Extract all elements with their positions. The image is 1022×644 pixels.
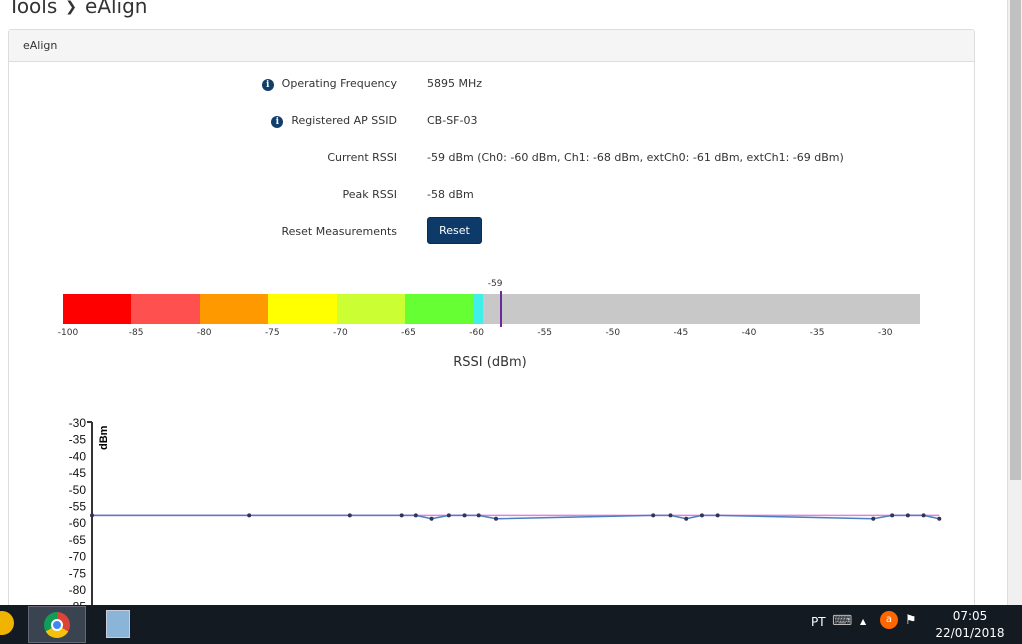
y-tick-label: -35 bbox=[69, 433, 87, 447]
y-axis-label: dBm bbox=[98, 425, 110, 450]
data-point bbox=[699, 513, 704, 518]
data-point bbox=[871, 516, 876, 521]
data-point bbox=[399, 513, 404, 518]
rssi-marker-label: -59 bbox=[487, 279, 503, 289]
y-tick-label: -65 bbox=[69, 533, 87, 547]
calculator-icon[interactable] bbox=[106, 610, 130, 638]
y-tick-label: -50 bbox=[69, 483, 87, 497]
rssi-bar-segment bbox=[63, 294, 131, 324]
scrollbar[interactable] bbox=[1007, 0, 1022, 605]
data-point bbox=[90, 513, 94, 518]
data-point bbox=[921, 513, 926, 518]
avast-icon[interactable]: a bbox=[880, 611, 898, 629]
rssi-bar-segment bbox=[200, 294, 268, 324]
y-tick-label: -80 bbox=[69, 583, 87, 597]
rssi-marker bbox=[500, 291, 503, 327]
rssi-bar-segment bbox=[337, 294, 405, 324]
y-tick-label: -60 bbox=[69, 516, 87, 530]
field-value: -58 dBm bbox=[427, 188, 474, 201]
clock-date[interactable]: 22/01/2018 bbox=[935, 626, 1005, 640]
rssi-tick-label: -35 bbox=[809, 328, 825, 338]
language-indicator[interactable]: PT bbox=[811, 615, 826, 629]
data-point bbox=[429, 516, 434, 521]
field-label: Registered AP SSID bbox=[291, 114, 397, 127]
rssi-axis-label: RSSI (dBm) bbox=[453, 355, 527, 370]
scrollbar-thumb[interactable] bbox=[1010, 0, 1021, 480]
field-value: -59 dBm (Ch0: -60 dBm, Ch1: -68 dBm, ext… bbox=[427, 151, 844, 164]
clock-time[interactable]: 07:05 bbox=[940, 609, 1000, 623]
rssi-bar-segment bbox=[268, 294, 337, 324]
app-icon[interactable] bbox=[0, 611, 14, 635]
rssi-tick-label: -30 bbox=[877, 328, 893, 338]
rssi-tick-label: -80 bbox=[196, 328, 212, 338]
rssi-tick-label: -65 bbox=[401, 328, 416, 338]
y-tick-label: -70 bbox=[69, 550, 87, 564]
rssi-tick-label: -100 bbox=[57, 328, 79, 338]
data-point bbox=[890, 513, 895, 518]
data-point bbox=[476, 513, 481, 518]
rssi-tick-label: -55 bbox=[537, 328, 553, 338]
data-point bbox=[684, 516, 689, 521]
data-point bbox=[905, 513, 910, 518]
rssi-tick-label: -60 bbox=[469, 328, 484, 338]
y-tick-label: -30 bbox=[69, 416, 87, 430]
data-point bbox=[462, 513, 467, 518]
field-value: 5895 MHz bbox=[427, 77, 483, 90]
data-point bbox=[651, 513, 656, 518]
field-label: Reset Measurements bbox=[281, 225, 397, 238]
rssi-tick-label: -50 bbox=[605, 328, 621, 338]
chrome-icon bbox=[44, 612, 70, 638]
field-label: Current RSSI bbox=[327, 151, 397, 164]
panel-title: eAlign bbox=[9, 30, 974, 62]
y-tick-label: -75 bbox=[69, 566, 87, 580]
rssi-tick-label: -45 bbox=[673, 328, 689, 338]
y-tick-label: -45 bbox=[69, 466, 87, 480]
data-point bbox=[494, 516, 499, 521]
data-point bbox=[937, 516, 942, 521]
breadcrumb: Tools ❯ eAlign bbox=[8, 0, 148, 18]
info-icon[interactable]: i bbox=[271, 116, 284, 128]
data-point bbox=[347, 513, 352, 518]
rssi-tick-label: -85 bbox=[128, 328, 144, 338]
chevron-right-icon: ❯ bbox=[65, 0, 78, 15]
data-point bbox=[247, 513, 252, 518]
data-point bbox=[413, 513, 418, 518]
y-tick-label: -40 bbox=[69, 449, 87, 463]
info-icon[interactable]: i bbox=[261, 79, 274, 91]
rssi-history-chart: -30-35-40-45-50-55-60-65-70-75-80-85dBm bbox=[69, 416, 942, 605]
data-point bbox=[668, 513, 673, 518]
rssi-bar-segment bbox=[405, 294, 474, 324]
taskbar: PT ⌨ ▲ a ⚑ 07:05 22/01/2018 bbox=[0, 605, 1022, 644]
field-label: Peak RSSI bbox=[342, 188, 397, 201]
field-label: Operating Frequency bbox=[281, 77, 397, 90]
rssi-tick-label: -70 bbox=[333, 328, 348, 338]
rssi-bar-segment bbox=[474, 294, 483, 324]
chrome-taskbar-button[interactable] bbox=[28, 606, 86, 643]
rssi-tick-label: -40 bbox=[741, 328, 757, 338]
action-center-flag-icon[interactable]: ⚑ bbox=[905, 613, 917, 628]
reset-button[interactable]: Reset bbox=[427, 217, 482, 244]
data-point bbox=[446, 513, 451, 518]
tray-expand-icon[interactable]: ▲ bbox=[860, 617, 866, 626]
y-tick-label: -55 bbox=[69, 500, 87, 514]
data-point bbox=[715, 513, 720, 518]
field-value: CB-SF-03 bbox=[427, 114, 478, 127]
rssi-bar-segment bbox=[131, 294, 200, 324]
rssi-tick-label: -75 bbox=[264, 328, 280, 338]
keyboard-icon[interactable]: ⌨ bbox=[832, 613, 852, 629]
breadcrumb-current: eAlign bbox=[85, 0, 148, 18]
breadcrumb-tools[interactable]: Tools bbox=[8, 0, 57, 18]
